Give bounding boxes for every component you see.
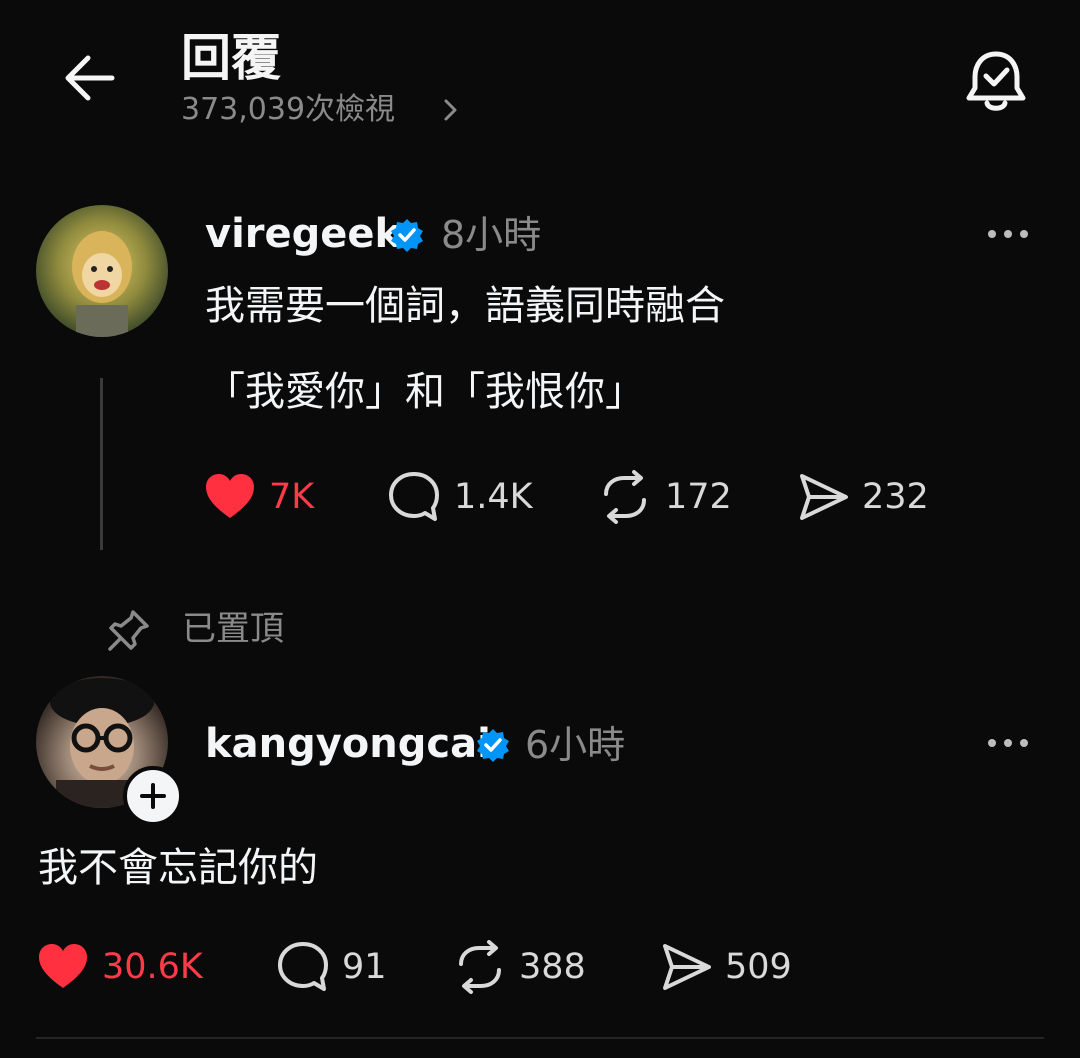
username[interactable]: kangyongcai bbox=[205, 719, 491, 769]
username[interactable]: viregeek bbox=[205, 209, 401, 259]
plus-icon bbox=[140, 783, 166, 809]
follow-button[interactable] bbox=[123, 766, 183, 826]
repost-icon[interactable] bbox=[453, 940, 507, 994]
like-count: 7K bbox=[269, 477, 315, 517]
post-text-line: 我不會忘記你的 bbox=[38, 845, 318, 891]
pinned-label: 已置頂 bbox=[182, 609, 284, 649]
avatar[interactable] bbox=[36, 205, 168, 337]
post-time: 6小時 bbox=[525, 723, 626, 767]
thread-line bbox=[100, 378, 103, 550]
post-text-line: 我需要一個詞，語義同時融合 bbox=[205, 283, 725, 329]
share-icon[interactable] bbox=[796, 470, 850, 524]
chevron-right-icon[interactable] bbox=[440, 94, 462, 126]
page-title: 回覆 bbox=[181, 29, 281, 87]
post-time: 8小時 bbox=[441, 213, 542, 257]
verified-badge-icon bbox=[477, 729, 509, 762]
reply-icon[interactable] bbox=[276, 940, 330, 994]
pin-icon bbox=[108, 610, 149, 651]
reply-count: 91 bbox=[342, 947, 387, 987]
more-options-icon[interactable] bbox=[986, 737, 1030, 749]
back-arrow-icon[interactable] bbox=[62, 52, 118, 104]
more-options-icon[interactable] bbox=[986, 228, 1030, 240]
reply-icon[interactable] bbox=[387, 470, 441, 524]
share-count: 509 bbox=[725, 947, 792, 987]
share-count: 232 bbox=[862, 477, 929, 517]
reply-count: 1.4K bbox=[454, 477, 533, 517]
notification-bell-icon[interactable] bbox=[962, 46, 1030, 116]
view-count[interactable]: 373,039次檢視 bbox=[181, 90, 395, 130]
heart-icon[interactable] bbox=[203, 470, 257, 524]
heart-icon[interactable] bbox=[36, 940, 90, 994]
share-icon[interactable] bbox=[659, 940, 713, 994]
repost-count: 172 bbox=[665, 477, 732, 517]
divider bbox=[36, 1037, 1044, 1039]
like-count: 30.6K bbox=[102, 947, 203, 987]
verified-badge-icon bbox=[391, 219, 423, 252]
post-text-line: 「我愛你」和「我恨你」 bbox=[205, 369, 645, 415]
repost-icon[interactable] bbox=[598, 470, 652, 524]
repost-count: 388 bbox=[519, 947, 586, 987]
avatar-illustration-icon bbox=[72, 231, 132, 337]
